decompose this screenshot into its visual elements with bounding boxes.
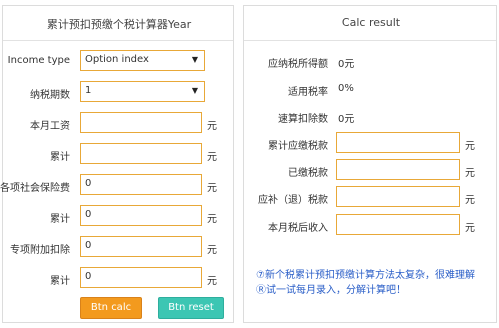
income-type-select[interactable]: Option index ▼ (80, 50, 205, 71)
tax-rate-label: 适用税率 (288, 87, 328, 98)
income-type-label: Income type (7, 55, 70, 66)
social-insurance-unit: 元 (207, 183, 217, 194)
tax-rate-value: 0% (338, 83, 354, 94)
taxable-income-value: 0元 (338, 59, 355, 70)
after-tax-income-output (336, 214, 460, 235)
reset-button[interactable]: Btn reset (158, 297, 224, 319)
social-insurance-label: 各项社会保险费 (0, 183, 70, 194)
form-title-divider (3, 40, 233, 41)
chevron-down-icon: ▼ (191, 86, 198, 95)
cumulative-salary-input[interactable] (80, 143, 202, 164)
tax-refund-output (336, 186, 460, 207)
form-title: 累计预扣预缴个税计算器Year (46, 18, 192, 31)
cumulative-salary-label: 累计 (50, 152, 70, 163)
cumulative-insurance-label: 累计 (50, 214, 70, 225)
after-tax-income-label: 本月税后收入 (268, 223, 328, 234)
cumulative-salary-unit: 元 (207, 152, 217, 163)
income-type-value: Option index (85, 54, 149, 65)
result-title-divider (244, 40, 496, 41)
monthly-salary-input[interactable] (80, 112, 202, 133)
social-insurance-input[interactable]: 0 (80, 174, 202, 195)
tax-refund-label: 应补（退）税款 (258, 195, 328, 206)
tax-paid-label: 已缴税款 (288, 168, 328, 179)
special-deduction-label: 专项附加扣除 (10, 245, 70, 256)
special-deduction-input[interactable]: 0 (80, 236, 202, 257)
help-note-line-2: Ⓡ试一试每月录入，分解计算吧！ (256, 285, 406, 296)
cumulative-insurance-input[interactable]: 0 (80, 205, 202, 226)
chevron-down-icon: ▼ (191, 55, 198, 64)
calculate-button[interactable]: Btn calc (80, 297, 142, 319)
quick-deduction-value: 0元 (338, 114, 355, 125)
special-deduction-unit: 元 (207, 245, 217, 256)
cumulative-tax-due-label: 累计应缴税款 (268, 141, 328, 152)
cumulative-tax-due-unit: 元 (465, 141, 475, 152)
cumulative-deduction-input[interactable]: 0 (80, 267, 202, 288)
help-note-line-1: ⑦新个税累计预扣预缴计算方法太复杂，很难理解 (256, 270, 475, 281)
monthly-salary-unit: 元 (207, 121, 217, 132)
taxable-income-label: 应纳税所得额 (268, 59, 328, 70)
cumulative-insurance-unit: 元 (207, 214, 217, 225)
tax-paid-unit: 元 (465, 168, 475, 179)
tax-period-value: 1 (85, 85, 92, 96)
tax-paid-output (336, 159, 460, 180)
tax-refund-unit: 元 (465, 195, 475, 206)
quick-deduction-label: 速算扣除数 (278, 114, 328, 125)
after-tax-income-unit: 元 (465, 223, 475, 234)
tax-period-label: 纳税期数 (30, 90, 70, 101)
result-title: Calc result (341, 16, 401, 29)
tax-period-select[interactable]: 1 ▼ (80, 81, 205, 102)
cumulative-deduction-label: 累计 (50, 276, 70, 287)
cumulative-deduction-unit: 元 (207, 276, 217, 287)
monthly-salary-label: 本月工资 (30, 121, 70, 132)
help-note: ⑦新个税累计预扣预缴计算方法太复杂，很难理解 Ⓡ试一试每月录入，分解计算吧！ (256, 268, 494, 298)
cumulative-tax-due-output (336, 132, 460, 153)
